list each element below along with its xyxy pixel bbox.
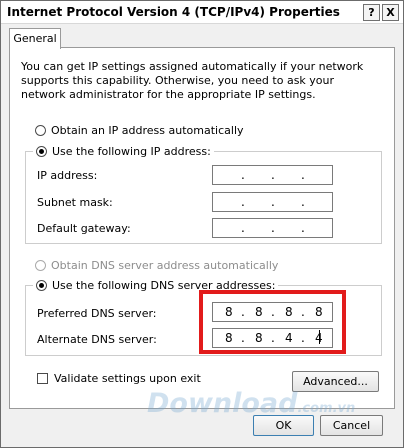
- tab-general[interactable]: General: [9, 28, 61, 49]
- radio-icon: [35, 125, 46, 136]
- use-following-ip-label: Use the following IP address:: [52, 145, 211, 158]
- alternate-dns-label: Alternate DNS server:: [37, 333, 157, 346]
- help-button[interactable]: ?: [363, 4, 380, 21]
- cancel-button[interactable]: Cancel: [320, 415, 383, 436]
- obtain-ip-auto-label: Obtain an IP address automatically: [51, 124, 244, 137]
- validate-settings-checkbox[interactable]: Validate settings upon exit: [37, 372, 201, 385]
- ok-button[interactable]: OK: [253, 415, 314, 436]
- ip-address-label: IP address:: [37, 169, 98, 182]
- obtain-ip-auto-radio[interactable]: Obtain an IP address automatically: [35, 124, 244, 137]
- radio-selected-icon: [36, 280, 47, 291]
- validate-settings-label: Validate settings upon exit: [54, 372, 201, 385]
- default-gateway-label: Default gateway:: [37, 222, 131, 235]
- radio-disabled-icon: [35, 260, 46, 271]
- subnet-mask-label: Subnet mask:: [37, 196, 113, 209]
- window-title: Internet Protocol Version 4 (TCP/IPv4) P…: [7, 5, 340, 19]
- use-following-ip-radio[interactable]: Use the following IP address:: [33, 145, 214, 158]
- ip-address-input[interactable]: ...: [212, 165, 333, 185]
- obtain-dns-auto-radio[interactable]: Obtain DNS server address automatically: [35, 259, 278, 272]
- intro-text: You can get IP settings assigned automat…: [21, 60, 364, 101]
- default-gateway-input[interactable]: ...: [212, 218, 333, 238]
- watermark-suffix: .com.vn: [297, 401, 356, 416]
- title-bar: Internet Protocol Version 4 (TCP/IPv4) P…: [1, 1, 403, 24]
- checkbox-icon: [37, 373, 48, 384]
- subnet-mask-input[interactable]: ...: [212, 192, 333, 212]
- radio-selected-icon: [36, 146, 47, 157]
- obtain-dns-auto-label: Obtain DNS server address automatically: [51, 259, 279, 272]
- preferred-dns-label: Preferred DNS server:: [37, 307, 157, 320]
- close-button[interactable]: X: [382, 4, 399, 21]
- red-highlight-box: [199, 290, 346, 354]
